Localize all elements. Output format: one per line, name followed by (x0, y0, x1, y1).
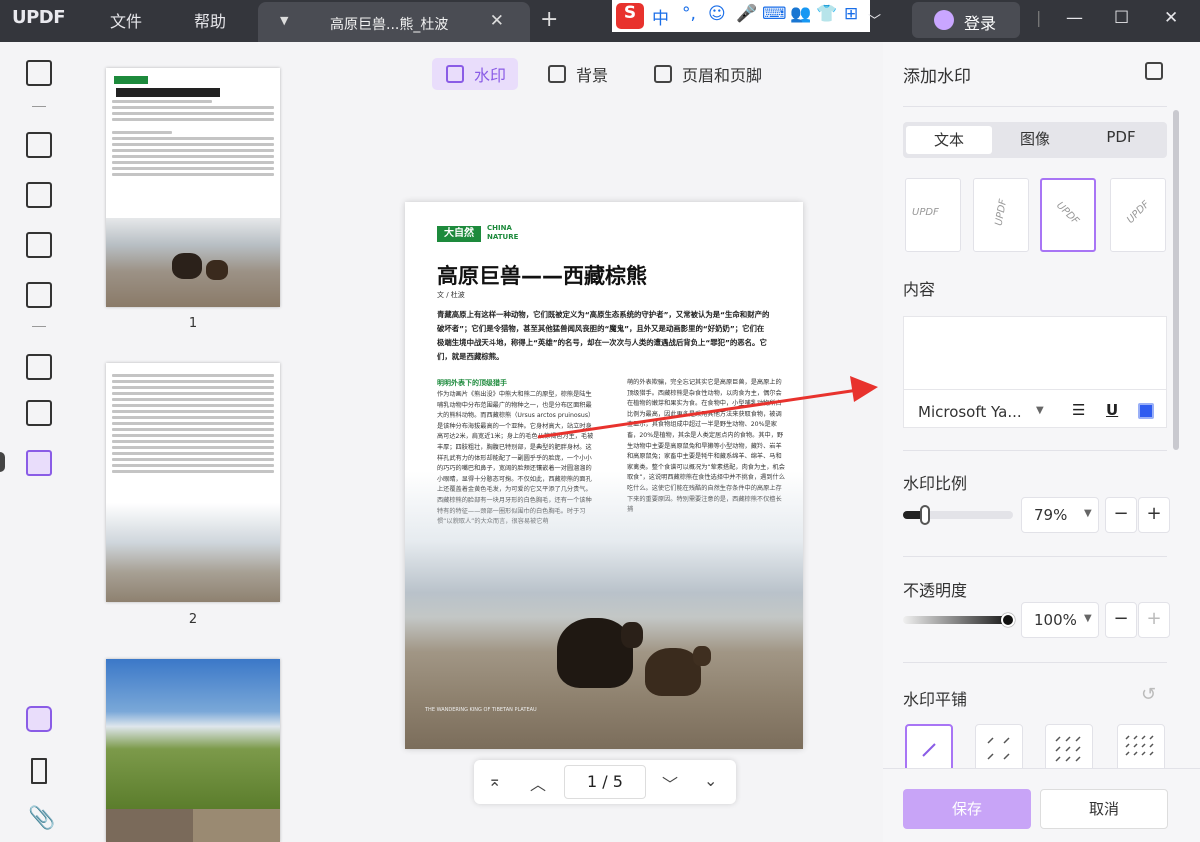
panel-divider (903, 106, 1167, 107)
opacity-label: 不透明度 (903, 581, 968, 600)
style-option-1[interactable]: UPDF (905, 178, 961, 252)
watermark-type-tabs: 文本 图像 PDF (903, 122, 1167, 158)
align-icon[interactable]: ☰ (1072, 401, 1085, 419)
font-select[interactable]: Microsoft Ya... (918, 403, 1022, 421)
tile-option-3x3[interactable] (1045, 724, 1093, 772)
panel-divider (903, 662, 1167, 663)
scale-label: 水印比例 (903, 474, 968, 493)
opacity-slider[interactable] (903, 613, 1015, 627)
tile-option-4x4[interactable] (1117, 724, 1165, 772)
style-option-2[interactable]: UPDF (973, 178, 1029, 252)
scale-select[interactable]: 79% ▼ (1021, 497, 1099, 533)
tile-label: 水印平铺 (903, 690, 968, 709)
scale-decrease-button[interactable]: − (1105, 497, 1137, 533)
watermark-text-input[interactable]: Microsoft Ya... ▼ ☰ U (903, 316, 1167, 428)
color-picker-icon[interactable] (1138, 403, 1154, 419)
tile-option-single[interactable] (905, 724, 953, 772)
scale-increase-button[interactable]: + (1138, 497, 1170, 533)
scale-slider[interactable] (903, 505, 1013, 525)
panel-divider (903, 450, 1167, 451)
save-button[interactable]: 保存 (903, 789, 1031, 829)
opacity-slider-thumb[interactable] (1001, 613, 1015, 627)
style-option-4[interactable]: UPDF (1110, 178, 1166, 252)
panel-divider (903, 556, 1167, 557)
tab-pdf[interactable]: PDF (1078, 128, 1164, 146)
style-option-3[interactable]: UPDF (1040, 178, 1096, 252)
panel-title: 添加水印 (903, 67, 971, 87)
cancel-button[interactable]: 取消 (1040, 789, 1168, 829)
tab-text[interactable]: 文本 (906, 126, 992, 154)
content-label: 内容 (903, 280, 936, 299)
underline-icon[interactable]: U (1106, 401, 1118, 419)
reset-icon[interactable]: ↺ (1141, 684, 1156, 705)
tab-image[interactable]: 图像 (992, 128, 1078, 149)
watermark-panel: 添加水印 文本 图像 PDF UPDF UPDF UPDF UPDF 内容 Mi… (883, 42, 1200, 842)
scale-slider-thumb[interactable] (920, 505, 930, 525)
panel-scrollbar[interactable] (1173, 110, 1179, 450)
tile-option-2x2[interactable] (975, 724, 1023, 772)
collapse-panel-icon[interactable] (1145, 62, 1163, 80)
opacity-select[interactable]: 100% ▼ (1021, 602, 1099, 638)
opacity-increase-button[interactable]: + (1138, 602, 1170, 638)
font-dropdown-icon[interactable]: ▼ (1036, 405, 1044, 416)
opacity-decrease-button[interactable]: − (1105, 602, 1137, 638)
